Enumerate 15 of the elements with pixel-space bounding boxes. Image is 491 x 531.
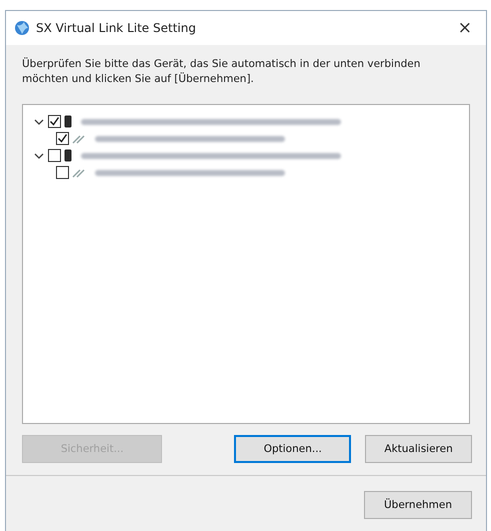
app-globe-icon — [14, 20, 30, 36]
device-icon — [64, 115, 72, 128]
window-title: SX Virtual Link Lite Setting — [36, 20, 197, 37]
token-icon — [72, 134, 86, 144]
checkbox[interactable] — [56, 132, 69, 146]
checkbox[interactable] — [48, 115, 61, 128]
device-icon — [64, 149, 72, 162]
dialog-button[interactable]: Optionen... — [234, 435, 352, 464]
close-button[interactable]: × — [454, 20, 476, 36]
checkbox[interactable] — [56, 166, 69, 180]
dialog-button[interactable]: Übernehmen — [364, 491, 472, 520]
instruction-text: Überprüfen Sie bitte das Gerät, das Sie automatisch in der unten verbinden möchten und klicken Sie auf [Übernehmen]. — [22, 57, 422, 86]
token-icon — [72, 168, 86, 178]
dialog-button[interactable]: Aktualisieren — [365, 435, 472, 464]
checkbox[interactable] — [48, 149, 61, 162]
